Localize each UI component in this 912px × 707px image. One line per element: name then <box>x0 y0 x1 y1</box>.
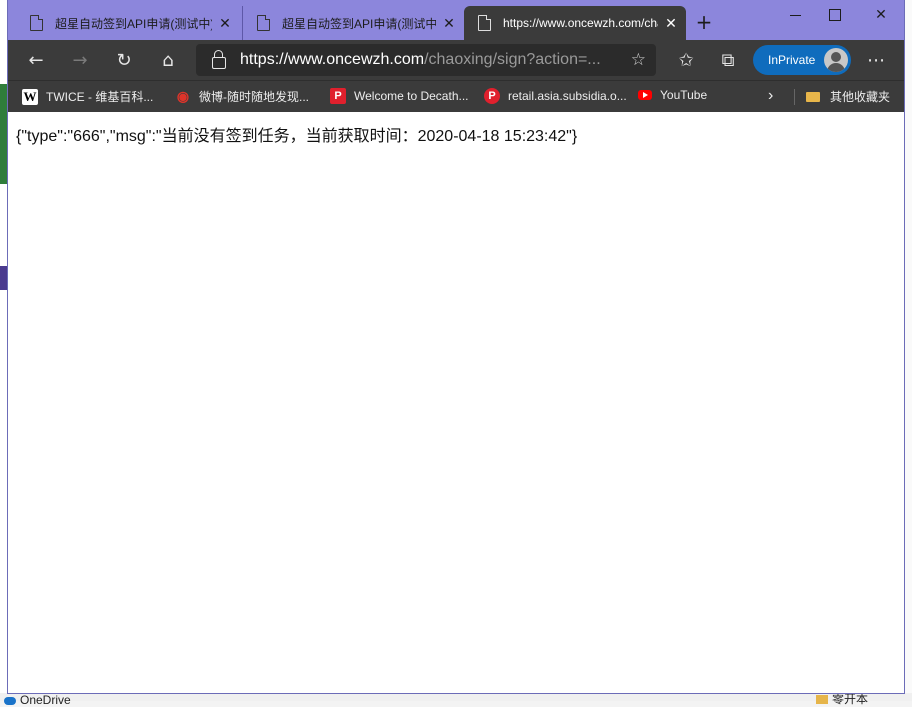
chevron-right-icon[interactable]: › <box>768 87 773 105</box>
arrow-left-icon: ← <box>28 49 44 71</box>
favorite-label: 微博-随时随地发现... <box>199 90 309 104</box>
tab-title: 超星自动签到API申请(测试中) <box>55 16 212 31</box>
page-icon <box>30 15 43 31</box>
wikipedia-icon: W <box>22 88 38 105</box>
favorite-label: YouTube <box>660 88 708 102</box>
page-icon <box>478 15 491 31</box>
close-tab-icon[interactable]: ✕ <box>218 15 232 32</box>
refresh-button[interactable]: ↻ <box>108 44 140 76</box>
tab[interactable]: 超星自动签到API申请(测试中) ✕ <box>16 6 240 40</box>
inprivate-badge[interactable]: InPrivate <box>753 45 851 75</box>
lock-icon[interactable] <box>212 50 226 69</box>
favorite-item[interactable]: P Welcome to Decath... <box>330 88 469 104</box>
favorites-bar: W TWICE - 维基百科... ◉ 微博-随时随地发现... P Welco… <box>8 80 904 113</box>
page-icon <box>257 15 270 31</box>
url-host: https://www.oncewzh.com <box>240 51 425 68</box>
favorite-item[interactable]: W TWICE - 维基百科... <box>22 88 153 105</box>
back-button[interactable]: ← <box>20 44 52 76</box>
url-path: /chaoxing/sign?action=... <box>424 51 601 68</box>
tab-active[interactable]: https://www.oncewzh.com/chaoxing/sign?ac… <box>464 6 686 40</box>
background-desktop-right <box>903 0 912 701</box>
tab-title: https://www.oncewzh.com/chaoxing/sign?ac… <box>503 16 658 30</box>
youtube-icon <box>638 90 652 100</box>
folder-icon <box>806 91 820 102</box>
browser-window: 超星自动签到API申请(测试中) ✕ 超星自动签到API申请(测试中) ✕ ht… <box>8 0 904 693</box>
weibo-icon: ◉ <box>176 88 190 104</box>
close-tab-icon[interactable]: ✕ <box>442 15 456 32</box>
favorites-list-icon: ✩ <box>678 49 694 71</box>
add-favorite-star-icon[interactable]: ☆ <box>631 50 646 70</box>
favorite-item[interactable]: ◉ 微博-随时随地发现... <box>175 88 309 105</box>
ellipsis-icon: ⋯ <box>867 49 885 71</box>
favorite-label: retail.asia.subsidia.o... <box>508 89 627 103</box>
new-tab-button[interactable]: + <box>692 10 716 34</box>
maximize-button[interactable] <box>812 0 858 30</box>
divider <box>794 89 795 105</box>
arrow-right-icon: → <box>72 49 88 71</box>
favorite-item[interactable]: P retail.asia.subsidia.o... <box>484 88 627 104</box>
decathlon-icon: P <box>330 88 346 104</box>
maximize-icon <box>829 9 841 21</box>
other-favorites-label: 其他收藏夹 <box>830 90 891 104</box>
favorite-label: Welcome to Decath... <box>354 89 469 103</box>
home-button[interactable]: ⌂ <box>152 44 184 76</box>
other-favorites-folder[interactable]: 其他收藏夹 <box>806 88 890 105</box>
forward-button[interactable]: → <box>64 44 96 76</box>
folder-icon <box>815 695 828 705</box>
favorite-item[interactable]: YouTube <box>638 88 707 102</box>
pinterest-like-icon: P <box>484 88 500 104</box>
address-bar[interactable]: https://www.oncewzh.com/chaoxing/sign?ac… <box>196 44 656 76</box>
url-text[interactable]: https://www.oncewzh.com/chaoxing/sign?ac… <box>240 51 620 69</box>
close-window-button[interactable]: ✕ <box>858 0 904 30</box>
background-onedrive-item: OneDrive <box>4 693 71 707</box>
collections-button[interactable]: ⧉ <box>712 44 744 76</box>
minimize-icon <box>789 14 801 16</box>
title-bar: 超星自动签到API申请(测试中) ✕ 超星自动签到API申请(测试中) ✕ ht… <box>8 0 904 40</box>
tab-title: 超星自动签到API申请(测试中) <box>282 16 436 31</box>
close-icon: ✕ <box>875 7 887 23</box>
tab[interactable]: 超星自动签到API申请(测试中) ✕ <box>242 6 464 40</box>
page-content: {"type":"666","msg":"当前没有签到任务，当前获取时间：202… <box>8 112 904 693</box>
avatar <box>824 48 848 72</box>
inprivate-label: InPrivate <box>768 53 816 67</box>
more-options-button[interactable]: ⋯ <box>860 44 892 76</box>
collections-icon: ⧉ <box>721 49 735 71</box>
background-taskbar-fragment <box>0 693 912 701</box>
close-tab-icon[interactable]: ✕ <box>664 15 678 32</box>
home-icon: ⌂ <box>162 49 174 71</box>
favorite-label: TWICE - 维基百科... <box>46 90 154 104</box>
navigation-bar: ← → ↻ ⌂ https://www.oncewzh.com/chaoxing… <box>8 40 904 80</box>
refresh-icon: ↻ <box>116 49 132 71</box>
json-response-text: {"type":"666","msg":"当前没有签到任务，当前获取时间：202… <box>16 128 578 145</box>
favorites-button[interactable]: ✩ <box>670 44 702 76</box>
